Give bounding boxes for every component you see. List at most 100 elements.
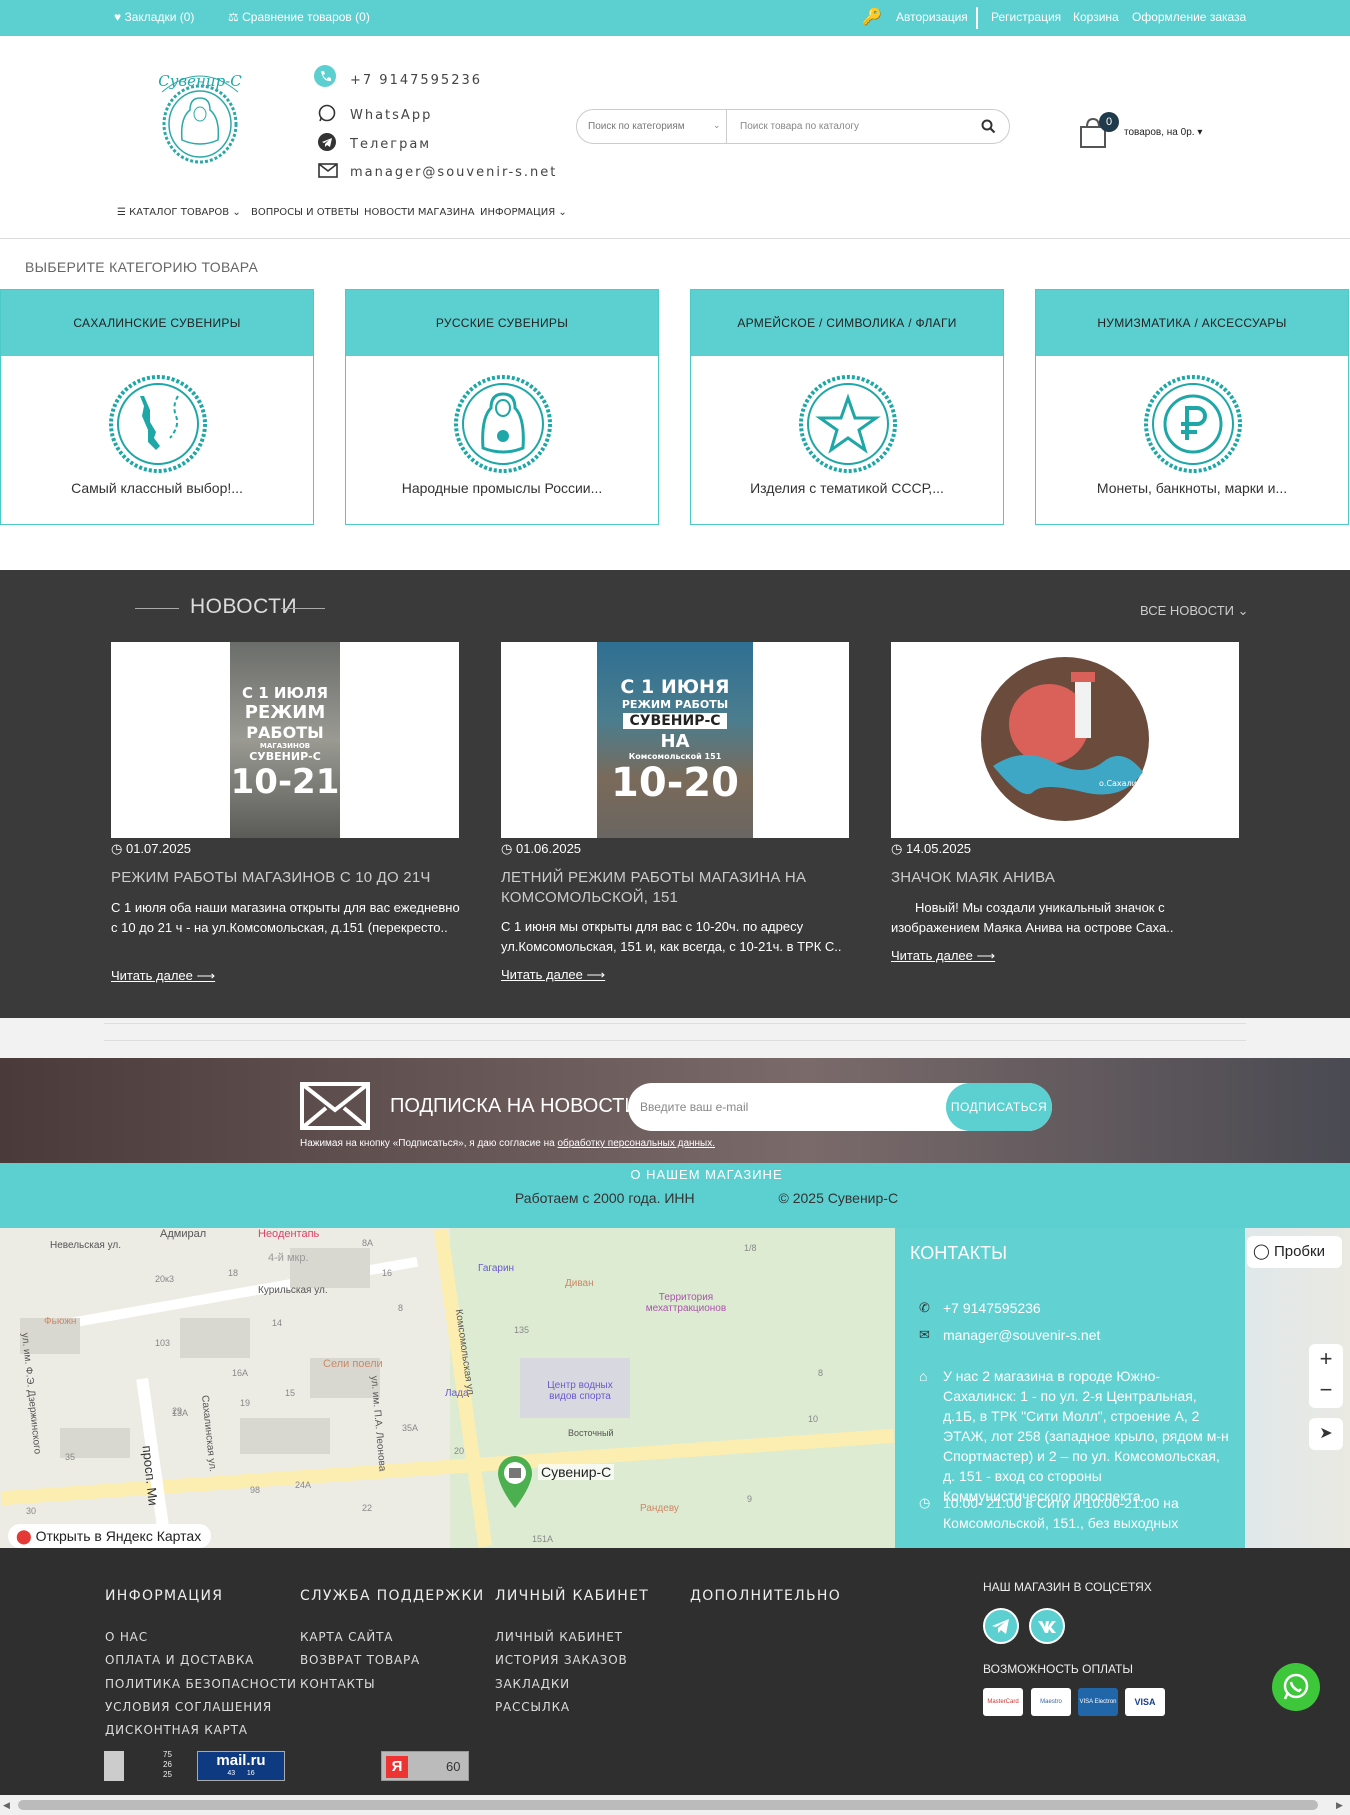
news-headline[interactable]: ЛЕТНИЙ РЕЖИМ РАБОТЫ МАГАЗИНА НА КОМСОМОЛ…: [501, 868, 851, 908]
news-headline[interactable]: РЕЖИМ РАБОТЫ МАГАЗИНОВ С 10 ДО 21Ч: [111, 868, 461, 888]
subscribe-consent: Нажимая на кнопку «Подписаться», я даю с…: [300, 1138, 715, 1149]
scroll-left-icon[interactable]: ◀: [3, 1800, 10, 1811]
phone-icon: [314, 65, 336, 87]
header-phone[interactable]: +7 9147595236: [350, 73, 482, 88]
footer-link[interactable]: ИСТОРИЯ ЗАКАЗОВ: [495, 1653, 628, 1667]
footer-link[interactable]: РАССЫЛКА: [495, 1700, 570, 1714]
footer-link[interactable]: ЛИЧНЫЙ КАБИНЕТ: [495, 1630, 623, 1644]
search-icon[interactable]: [981, 119, 996, 134]
category-title[interactable]: НУМИЗМАТИКА / АКСЕССУАРЫ: [1036, 290, 1348, 356]
mailru-counter[interactable]: mail.ru 43 16: [197, 1751, 285, 1781]
zoom-out-button[interactable]: −: [1309, 1376, 1343, 1408]
footer-link[interactable]: ОПЛАТА И ДОСТАВКА: [105, 1653, 254, 1667]
subscribe-button[interactable]: ПОДПИСАТЬСЯ: [946, 1083, 1052, 1131]
bookmarks-label[interactable]: Закладки (0): [124, 10, 194, 24]
nav-catalog-label[interactable]: КАТАЛОГ ТОВАРОВ: [129, 207, 229, 218]
map-label: Адмирал: [160, 1228, 207, 1240]
footer-link[interactable]: ЗАКЛАДКИ: [495, 1677, 570, 1691]
category-card-sakhalin[interactable]: САХАЛИНСКИЕ СУВЕНИРЫ Самый классный выбо…: [0, 289, 314, 525]
compare-label[interactable]: Сравнение товаров (0): [242, 10, 370, 24]
footer-link[interactable]: КОНТАКТЫ: [300, 1677, 375, 1691]
header-email[interactable]: manager@souvenir-s.net: [350, 165, 557, 180]
category-title[interactable]: РУССКИЕ СУВЕНИРЫ: [346, 290, 658, 356]
news-date-text: 01.07.2025: [125, 841, 192, 856]
search-input[interactable]: Поиск товара по каталогу: [740, 121, 859, 132]
nav-info[interactable]: ИНФОРМАЦИЯ ⌄: [480, 207, 567, 218]
news-image[interactable]: о.Сахалин: [891, 642, 1239, 838]
header-telegram[interactable]: Телеграм: [350, 137, 431, 152]
all-news-label[interactable]: ВСЕ НОВОСТИ: [1140, 603, 1234, 618]
checkout-link[interactable]: Оформление заказа: [1132, 10, 1246, 24]
compare-link[interactable]: ⚖ Сравнение товаров (0): [228, 10, 370, 24]
contacts-address: У нас 2 магазина в городе Южно-Сахалинск…: [943, 1368, 1229, 1504]
yandex-counter[interactable]: Я 60: [381, 1751, 469, 1781]
consent-link[interactable]: обработку персональных данных.: [557, 1138, 715, 1149]
register-link[interactable]: Регистрация: [991, 10, 1061, 24]
map-label: Курильская ул.: [258, 1285, 328, 1296]
open-yandex-maps-button[interactable]: ⬤ Открыть в Яндекс Картах: [8, 1524, 212, 1548]
cart-count-badge: 0: [1099, 112, 1119, 132]
news-excerpt: С 1 июня мы открыты для вас с 10-20ч. по…: [501, 919, 842, 954]
traffic-button[interactable]: ◯ Пробки: [1247, 1236, 1342, 1268]
cart-summary[interactable]: товаров, на 0р. ▾: [1124, 127, 1202, 138]
divider: [281, 608, 325, 609]
category-desc: Изделия с тематикой СССР,...: [750, 480, 944, 496]
nav-info-label[interactable]: ИНФОРМАЦИЯ: [480, 207, 555, 218]
traffic-label[interactable]: Пробки: [1274, 1243, 1325, 1260]
news-image[interactable]: С 1 ИЮНЯ РЕЖИМ РАБОТЫ СУВЕНИР-С НА Комсо…: [501, 642, 849, 838]
all-news-link[interactable]: ВСЕ НОВОСТИ ⌄: [1140, 603, 1249, 619]
star-icon: [799, 375, 897, 473]
cart-summary-text[interactable]: товаров, на 0р.: [1124, 127, 1195, 138]
map-label: Неодентапь: [258, 1228, 320, 1240]
yandex-logo-icon: Я: [386, 1756, 408, 1778]
subscribe-placeholder[interactable]: Введите ваш e-mail: [640, 1100, 748, 1114]
divider: [0, 238, 1350, 239]
nav-catalog[interactable]: ☰ КАТАЛОГ ТОВАРОВ ⌄: [117, 207, 241, 218]
footer-link[interactable]: УСЛОВИЯ СОГЛАШЕНИЯ: [105, 1700, 272, 1714]
category-card-army[interactable]: АРМЕЙСКОЕ / СИМВОЛИКА / ФЛАГИ Изделия с …: [690, 289, 1004, 525]
read-more-link[interactable]: Читать далее ⟶: [111, 968, 215, 984]
store-map-pin-icon[interactable]: [496, 1454, 534, 1510]
news-headline[interactable]: ЗНАЧОК МАЯК АНИВА: [891, 868, 1241, 888]
zoom-in-button[interactable]: +: [1309, 1344, 1343, 1376]
bookmarks-link[interactable]: ♥ Закладки (0): [114, 10, 194, 24]
map-label: Восточный: [568, 1428, 614, 1438]
footer-link[interactable]: О НАС: [105, 1630, 148, 1644]
search-category-select[interactable]: Поиск по категориям: [588, 121, 685, 132]
logo[interactable]: Сувенир-С: [150, 62, 250, 166]
footer-link[interactable]: ВОЗВРАТ ТОВАРА: [300, 1653, 420, 1667]
nav-news[interactable]: НОВОСТИ МАГАЗИНА: [364, 207, 475, 218]
category-title[interactable]: АРМЕЙСКОЕ / СИМВОЛИКА / ФЛАГИ: [691, 290, 1003, 356]
about-title: О НАШЕМ МАГАЗИНЕ: [630, 1167, 783, 1182]
cart-link[interactable]: Корзина: [1073, 10, 1119, 24]
contacts-phone[interactable]: +7 9147595236: [943, 1300, 1041, 1316]
read-more-link[interactable]: Читать далее ⟶: [501, 967, 605, 983]
map[interactable]: Адмирал Неодентапь Невельская ул. 4-й мк…: [0, 1228, 895, 1548]
footer-link[interactable]: ДИСКОНТНАЯ КАРТА: [105, 1723, 248, 1737]
whatsapp-chat-button[interactable]: [1272, 1663, 1320, 1711]
geolocation-icon[interactable]: ➤: [1309, 1418, 1343, 1450]
header-whatsapp[interactable]: WhatsApp: [350, 108, 432, 123]
chevron-down-icon: ⌄: [558, 207, 567, 218]
footer-link[interactable]: ПОЛИТИКА БЕЗОПАСНОСТИ: [105, 1677, 297, 1691]
nav-faq[interactable]: ВОПРОСЫ И ОТВЕТЫ: [251, 207, 359, 218]
news-image[interactable]: С 1 ИЮЛЯ РЕЖИМ РАБОТЫ МАГАЗИНОВ СУВЕНИР-…: [111, 642, 459, 838]
separator-strip: [0, 1018, 1350, 1058]
horizontal-scrollbar[interactable]: ◀ ▶: [0, 1795, 1350, 1815]
category-card-numismatics[interactable]: НУМИЗМАТИКА / АКСЕССУАРЫ Монеты, банкнот…: [1035, 289, 1349, 525]
about-text-after: © 2025 Сувенир-С: [778, 1190, 899, 1206]
contacts-email[interactable]: manager@souvenir-s.net: [943, 1327, 1100, 1343]
scrollbar-thumb[interactable]: [18, 1800, 1318, 1810]
open-yandex-label[interactable]: Открыть в Яндекс Картах: [36, 1528, 202, 1544]
login-link[interactable]: Авторизация: [896, 10, 968, 24]
category-card-russian[interactable]: РУССКИЕ СУВЕНИРЫ Народные промыслы Росси…: [345, 289, 659, 525]
store-map-label[interactable]: Сувенир-С: [538, 1464, 615, 1480]
telegram-icon[interactable]: [983, 1608, 1019, 1644]
category-title[interactable]: САХАЛИНСКИЕ СУВЕНИРЫ: [1, 290, 313, 356]
vk-icon[interactable]: [1029, 1608, 1065, 1644]
read-more-link[interactable]: Читать далее ⟶: [891, 948, 995, 964]
footer-link[interactable]: КАРТА САЙТА: [300, 1630, 393, 1644]
subscribe-section: ПОДПИСКА НА НОВОСТИ: Введите ваш e-mail …: [0, 1058, 1350, 1163]
scroll-right-icon[interactable]: ▶: [1336, 1800, 1343, 1811]
ruble-icon: [1144, 375, 1242, 473]
